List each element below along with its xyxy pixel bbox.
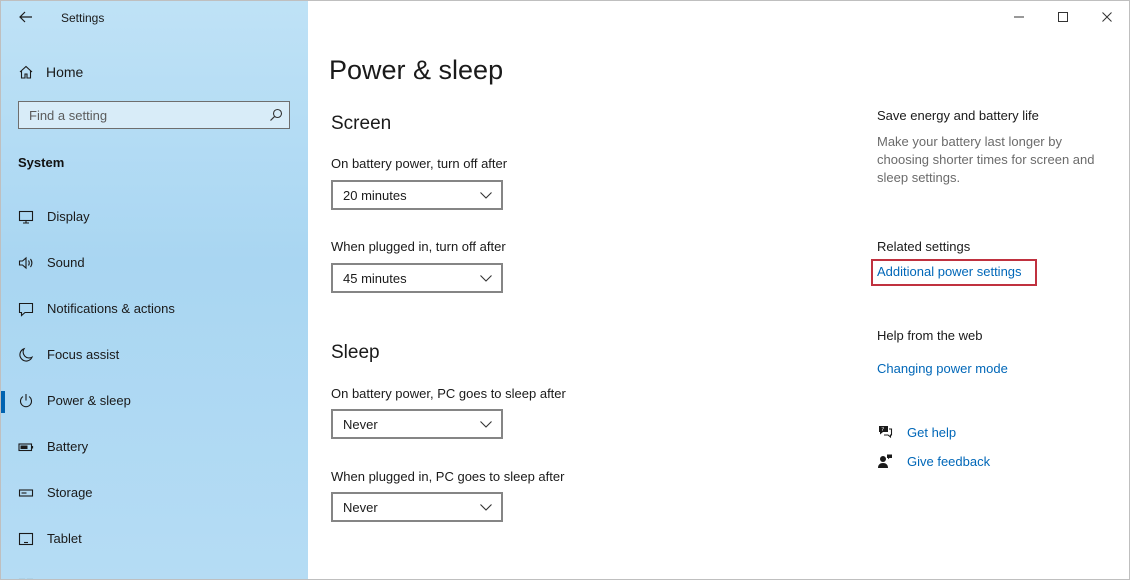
chevron-down-icon xyxy=(480,192,492,199)
sleep-battery-label: On battery power, PC goes to sleep after xyxy=(331,386,566,401)
multitasking-icon xyxy=(18,577,34,579)
message-icon xyxy=(18,301,34,317)
sidebar-item-focus-assist[interactable]: Focus assist xyxy=(1,337,308,373)
home-icon xyxy=(19,65,33,79)
changing-power-mode-link[interactable]: Changing power mode xyxy=(877,361,1008,376)
back-arrow-icon xyxy=(19,11,32,23)
additional-power-settings-link[interactable]: Additional power settings xyxy=(877,264,1022,279)
get-help-link: Get help xyxy=(907,425,957,440)
dropdown-value: Never xyxy=(343,417,378,432)
save-energy-description: Make your battery last longer by choosin… xyxy=(877,134,1095,185)
tablet-icon xyxy=(18,531,34,547)
chevron-down-icon xyxy=(480,504,492,511)
feedback-person-icon xyxy=(878,454,892,468)
sidebar: Settings Home System Display xyxy=(1,1,308,579)
help-web-title: Help from the web xyxy=(877,328,983,343)
sidebar-item-label: Storage xyxy=(47,485,93,500)
close-button[interactable] xyxy=(1087,5,1127,29)
screen-battery-dropdown[interactable]: 20 minutes xyxy=(331,180,503,210)
sidebar-item-label: Focus assist xyxy=(47,347,120,362)
search-box[interactable] xyxy=(18,101,290,129)
sidebar-item-battery[interactable]: Battery xyxy=(1,429,308,465)
sidebar-item-label: Battery xyxy=(47,439,89,454)
dropdown-value: 20 minutes xyxy=(343,188,407,203)
dropdown-value: Never xyxy=(343,500,378,515)
battery-icon xyxy=(18,439,34,455)
active-indicator xyxy=(1,391,5,413)
sidebar-item-label: Notifications & actions xyxy=(47,301,175,316)
sidebar-item-notifications[interactable]: Notifications & actions xyxy=(1,291,308,327)
speaker-icon xyxy=(18,255,34,271)
search-input[interactable] xyxy=(19,102,269,128)
chevron-down-icon xyxy=(480,421,492,428)
chevron-down-icon xyxy=(480,275,492,282)
back-button[interactable] xyxy=(15,7,37,27)
sleep-plugged-dropdown[interactable]: Never xyxy=(331,492,503,522)
sidebar-home[interactable]: Home xyxy=(18,61,83,83)
minimize-icon xyxy=(1014,16,1024,18)
save-energy-title: Save energy and battery life xyxy=(877,108,1039,123)
sidebar-item-tablet[interactable]: Tablet xyxy=(1,521,308,557)
screen-plugged-dropdown[interactable]: 45 minutes xyxy=(331,263,503,293)
minimize-button[interactable] xyxy=(999,5,1039,29)
power-icon xyxy=(18,393,34,409)
monitor-icon xyxy=(18,209,34,225)
sidebar-item-sound[interactable]: Sound xyxy=(1,245,308,281)
page-title: Power & sleep xyxy=(329,55,504,85)
sidebar-item-label: Power & sleep xyxy=(47,393,131,408)
sidebar-item-storage[interactable]: Storage xyxy=(1,475,308,511)
screen-battery-label: On battery power, turn off after xyxy=(331,156,508,171)
storage-icon xyxy=(18,485,34,501)
related-settings-title: Related settings xyxy=(877,239,971,254)
give-feedback-link: Give feedback xyxy=(907,454,991,469)
screen-plugged-label: When plugged in, turn off after xyxy=(331,239,506,254)
sidebar-item-label: Tablet xyxy=(47,531,82,546)
sidebar-item-power-sleep[interactable]: Power & sleep xyxy=(1,383,308,419)
svg-text:?: ? xyxy=(881,427,884,433)
sidebar-item-display[interactable]: Display xyxy=(1,199,308,235)
close-icon xyxy=(1102,12,1112,22)
sleep-plugged-label: When plugged in, PC goes to sleep after xyxy=(331,469,565,484)
sidebar-item-next[interactable] xyxy=(1,567,308,579)
sidebar-item-label: Display xyxy=(47,209,90,224)
moon-icon xyxy=(18,347,34,363)
home-label: Home xyxy=(46,64,84,80)
search-icon xyxy=(270,108,283,121)
dropdown-value: 45 minutes xyxy=(343,271,407,286)
sidebar-item-label: Sound xyxy=(47,255,85,270)
sleep-heading: Sleep xyxy=(331,342,380,363)
app-title: Settings xyxy=(61,11,105,25)
help-chat-icon: ? xyxy=(879,426,893,439)
maximize-button[interactable] xyxy=(1043,5,1083,29)
section-label-system: System xyxy=(18,155,65,170)
screen-heading: Screen xyxy=(331,113,392,134)
settings-window: Settings Home System Display xyxy=(0,0,1130,580)
maximize-icon xyxy=(1058,12,1068,22)
sleep-battery-dropdown[interactable]: Never xyxy=(331,409,503,439)
